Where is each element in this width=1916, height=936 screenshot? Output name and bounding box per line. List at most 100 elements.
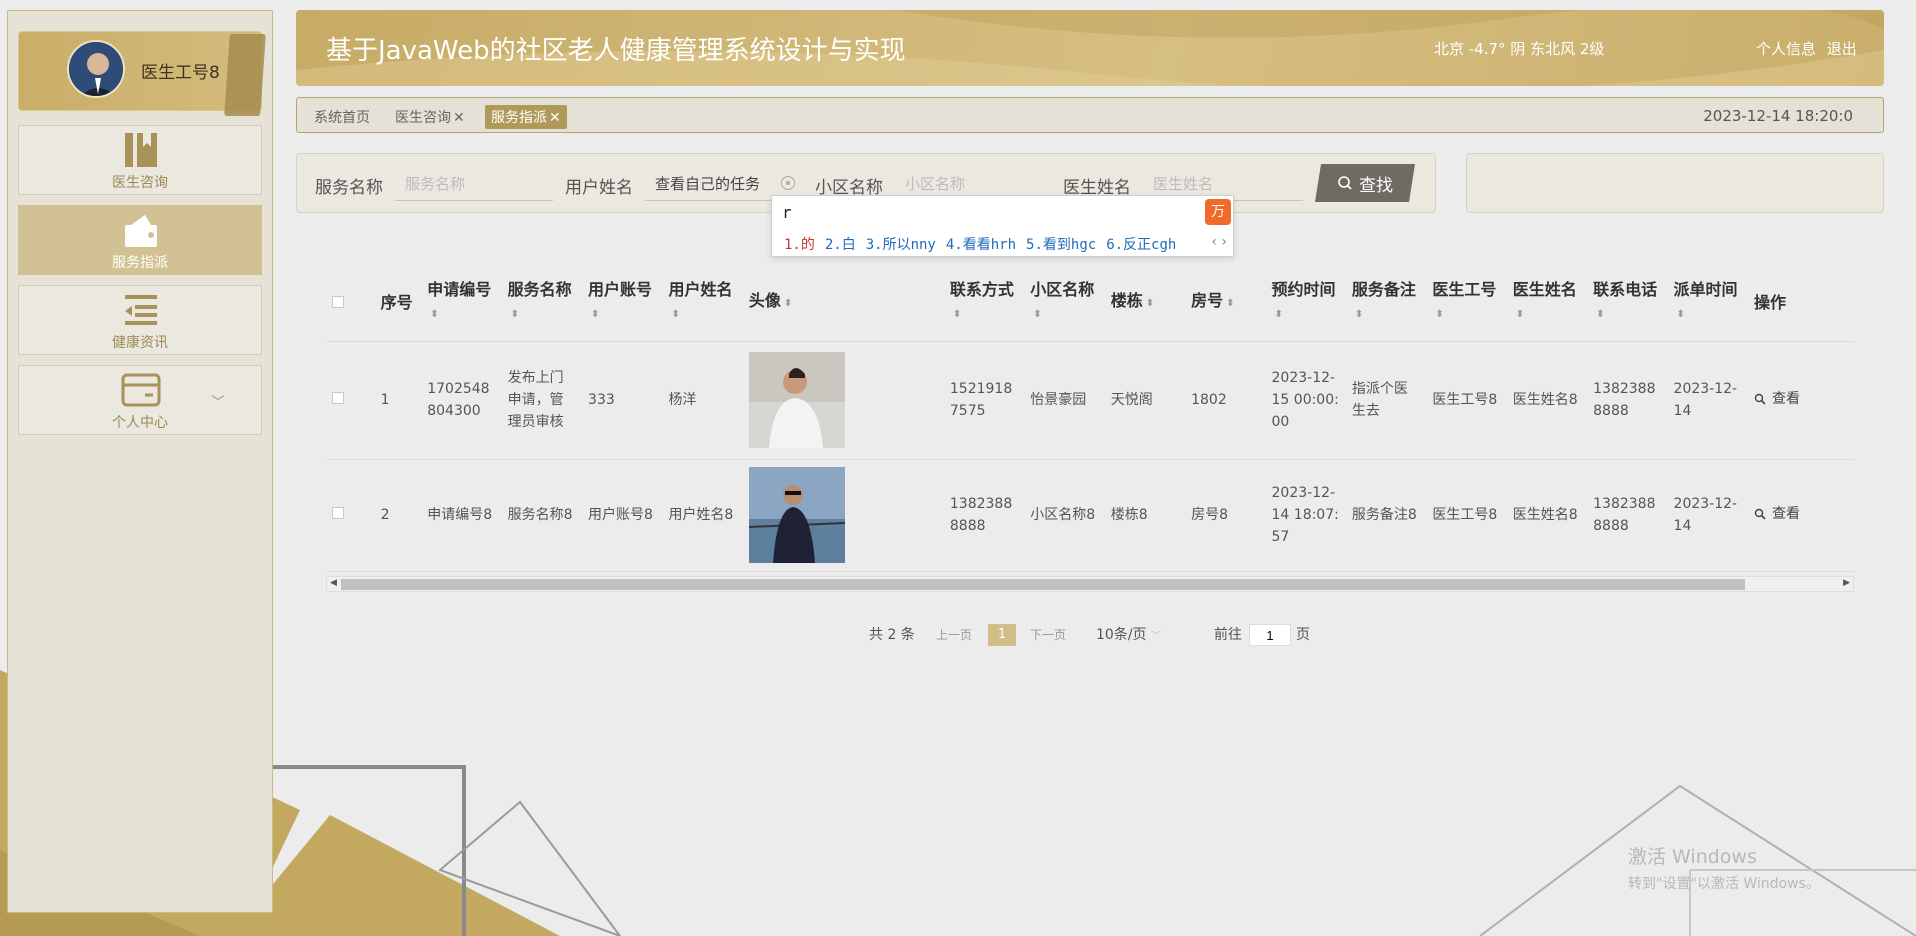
column-header: 操作 [1747,265,1854,342]
sort-icon: ⬍ [510,309,520,321]
sort-icon: ⬍ [1435,309,1444,321]
column-header[interactable]: 服务备注⬍ [1345,265,1427,342]
cell-community: 小区名称8 [1024,459,1105,572]
column-header[interactable]: 服务名称⬍ [501,265,583,342]
cell-building: 天悦阁 [1104,341,1186,460]
sidebar-item-label: 医生咨询 [112,175,168,191]
column-header[interactable]: 楼栋 ⬍ [1104,265,1186,342]
ime-composition: r [782,203,792,222]
view-button[interactable]: 查看 [1754,388,1800,410]
column-header[interactable]: 用户账号⬍ [582,265,663,342]
page-size-select[interactable]: 10条/页 ﹀ [1096,624,1161,644]
sidebar-item-consult[interactable]: 医生咨询 [18,125,262,195]
column-header[interactable]: 医生工号⬍ [1426,265,1507,342]
sort-icon: ⬍ [430,309,439,321]
column-header[interactable]: 医生姓名⬍ [1506,265,1588,342]
column-header[interactable]: 预约时间⬍ [1265,265,1346,342]
cell-username: 杨洋 [662,341,743,460]
cell-appoint-time: 2023-12-14 18:07:57 [1265,459,1346,572]
ime-candidate[interactable]: 2.白 [825,237,856,253]
ime-page-arrows-icon[interactable]: ‹ › [1211,234,1227,250]
sidebar-item-personal[interactable]: 个人中心 ﹀ [18,365,262,435]
goto-label: 前往 [1214,627,1242,643]
select-all-cell [326,265,375,342]
tab-bar: 系统首页 医生咨询 ✕ 服务指派 ✕ 2023-12-14 18:20:0 [296,97,1884,133]
cell-dispatch-time: 2023-12-14 [1667,459,1748,572]
weather-info: 北京 -4.7° 阴 东北风 2级 [1434,40,1605,58]
column-header[interactable]: 头像 ⬍ [742,265,944,342]
service-input[interactable] [395,167,553,201]
data-table: 序号 申请编号⬍ 服务名称⬍ 用户账号⬍ 用户姓名⬍ 头像 ⬍ 联系方式⬍ 小区名… [326,265,1854,572]
column-header[interactable]: 联系电话⬍ [1587,265,1668,342]
ime-candidate[interactable]: 1.的 [784,237,815,253]
right-panel [1466,153,1884,213]
tab-home[interactable]: 系统首页 [314,107,370,127]
ime-logo-icon: 万 [1205,199,1231,225]
cell-community: 怡景豪园 [1024,341,1105,460]
profile-link[interactable]: 个人信息 [1756,40,1816,58]
cell-doctor-phone: 13823888888 [1587,459,1668,572]
watermark-line1: 激活 Windows [1628,846,1757,868]
column-header[interactable]: 用户姓名⬍ [662,265,743,342]
tab-assign[interactable]: 服务指派 ✕ [485,105,567,129]
sort-icon: ⬍ [952,309,962,321]
top-header: 基于JavaWeb的社区老人健康管理系统设计与实现 北京 -4.7° 阴 东北风… [296,10,1884,86]
clear-icon[interactable] [781,176,795,190]
select-all-checkbox[interactable] [332,295,344,308]
page-number[interactable]: 1 [988,624,1016,646]
ime-candidate[interactable]: 5.看到hgc [1026,237,1096,253]
app-title: 基于JavaWeb的社区老人健康管理系统设计与实现 [326,36,906,66]
table-row: 1 1702548804300 发布上门申请，管理员审核 333 杨洋 1521… [326,341,1854,460]
cell-room: 房号8 [1185,459,1266,572]
ime-candidate[interactable]: 4.看看hrh [946,237,1016,253]
avatar-photo[interactable] [748,467,845,563]
sort-icon: ⬍ [1274,309,1283,321]
avatar-photo[interactable] [748,352,845,448]
cell-doctor-name: 医生姓名8 [1506,459,1588,572]
cell-index: 2 [374,459,422,572]
scroll-right-icon[interactable]: ▶ [1843,578,1850,588]
sort-icon: ⬍ [1226,298,1235,310]
scroll-left-icon[interactable]: ◀ [330,578,337,588]
cell-username: 用户姓名8 [662,459,743,572]
prev-page-button[interactable]: 上一页 [936,626,972,643]
column-header[interactable]: 小区名称⬍ [1024,265,1105,342]
tab-consult[interactable]: 医生咨询 ✕ [395,107,465,127]
column-header[interactable]: 联系方式⬍ [943,265,1025,342]
user-card-flap [224,34,266,116]
search-button[interactable]: 查找 [1315,164,1415,202]
cell-doctor-no: 医生工号8 [1426,459,1507,572]
column-header[interactable]: 派单时间⬍ [1667,265,1748,342]
total-count: 共 2 条 [869,627,915,643]
close-icon[interactable]: ✕ [453,110,465,126]
logout-link[interactable]: 退出 [1827,40,1857,58]
cell-avatar [742,459,944,572]
cell-account: 用户账号8 [582,459,663,572]
cell-doctor-phone: 13823888888 [1587,341,1668,460]
user-name: 医生工号8 [141,63,220,83]
goto-input[interactable] [1249,624,1291,646]
chevron-down-icon[interactable]: ﹀ [211,392,225,412]
cell-apply-no: 申请编号8 [421,459,502,572]
close-icon[interactable]: ✕ [549,110,561,126]
tab-label: 服务指派 [491,110,547,126]
ime-candidate[interactable]: 3.所以nny [866,237,936,253]
list-icon [125,295,157,325]
view-button[interactable]: 查看 [1754,503,1800,525]
page-size-label: 10条/页 [1096,627,1147,643]
column-header[interactable]: 申请编号⬍ [421,265,502,342]
ime-candidate[interactable]: 6.反正cgh [1106,237,1176,253]
row-checkbox[interactable] [332,392,344,404]
row-checkbox[interactable] [332,507,344,519]
user-label: 用户姓名 [565,178,633,198]
next-page-button[interactable]: 下一页 [1030,626,1066,643]
header-links: 个人信息 退出 [1756,38,1863,59]
sidebar-item-news[interactable]: 健康资讯 [18,285,262,355]
sidebar-item-assign[interactable]: 服务指派 [18,205,262,275]
sort-icon: ⬍ [1596,309,1605,321]
scrollbar-thumb[interactable] [341,579,1745,590]
column-header[interactable]: 房号 ⬍ [1185,265,1266,342]
sidebar-item-label: 服务指派 [112,255,168,271]
horizontal-scrollbar[interactable]: ◀ ▶ [326,576,1854,592]
cell-account: 333 [582,341,663,460]
